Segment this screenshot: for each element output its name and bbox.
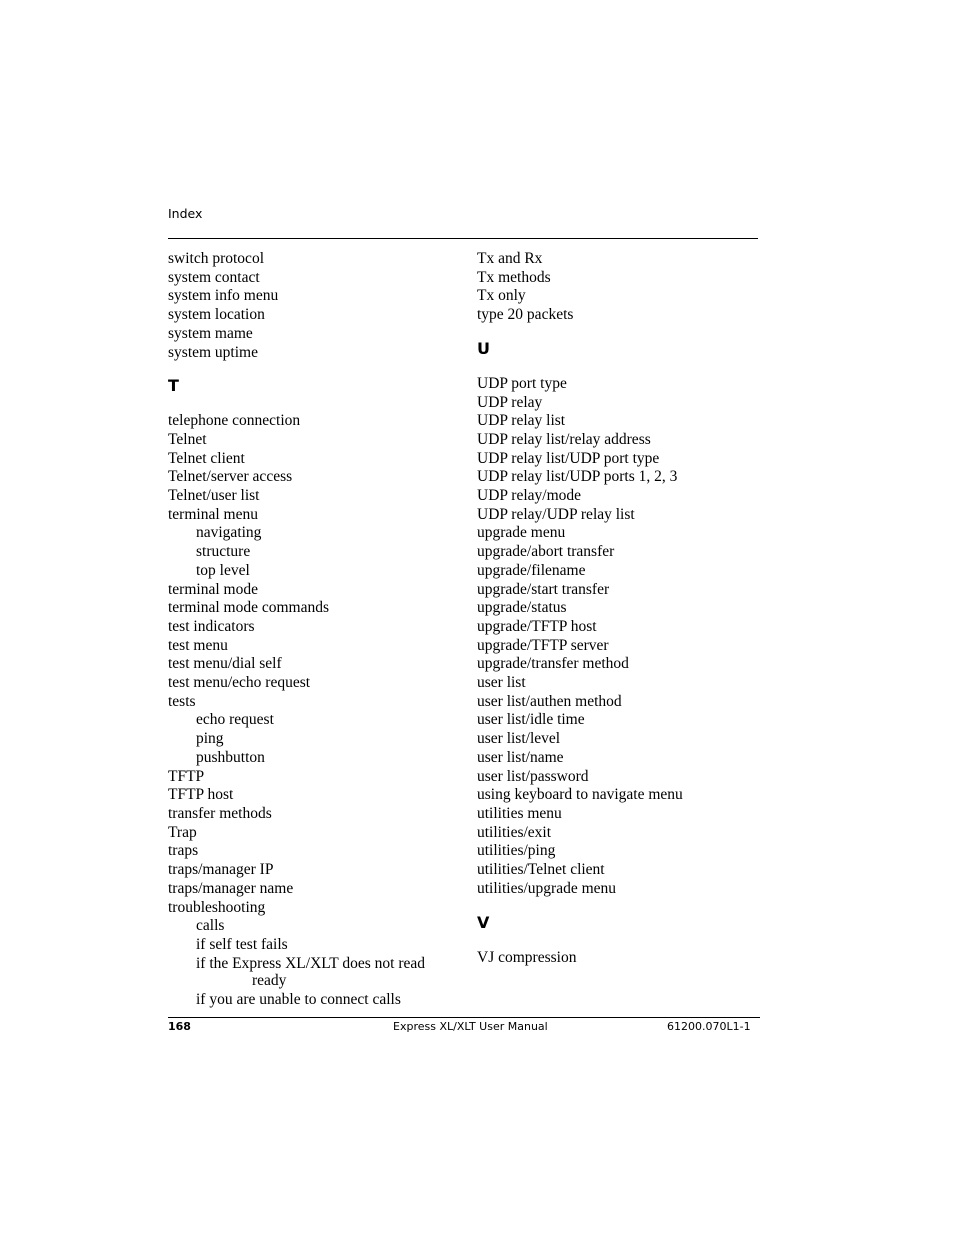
index-entry: system info menu (168, 287, 279, 305)
index-entry: user list/password (477, 767, 589, 785)
index-entry: Tx and Rx (477, 250, 543, 267)
index-entry: system mame (168, 324, 253, 342)
index-entry: switch protocol (168, 250, 264, 267)
index-subentry: ping (196, 730, 224, 748)
index-entry: UDP relay list/UDP port type (477, 449, 660, 467)
index-column-right: Tx and Rx Tx methods Tx only type 20 packet… (477, 250, 767, 967)
index-entry: troubleshooting (168, 898, 266, 916)
index-entry: Telnet client (168, 449, 245, 467)
index-group-t: telephone connection Telnet Telnet client T… (168, 412, 468, 1010)
index-entry: TFTP host (168, 786, 234, 804)
index-entry: user list/idle time (477, 711, 585, 729)
index-entry: test menu/echo request (168, 674, 311, 692)
header-rule (168, 238, 758, 239)
index-subentry: if the Express XL/XLT does not read (196, 954, 426, 972)
index-entry: upgrade/transfer method (477, 655, 629, 673)
index-entry: Tx only (477, 287, 526, 305)
index-entry: using keyboard to navigate menu (477, 786, 683, 804)
index-entry: system location (168, 306, 265, 324)
letter-heading-v: V (477, 912, 490, 932)
index-subentry: pushbutton (196, 748, 265, 766)
index-entry: UDP relay/UDP relay list (477, 505, 635, 523)
index-entry: upgrade/abort transfer (477, 543, 615, 561)
index-entry: traps (168, 842, 199, 860)
index-column-left: switch protocol system contact system info… (168, 250, 468, 1010)
index-entry: utilities/upgrade menu (477, 879, 617, 897)
index-entry: user list (477, 674, 526, 692)
index-entry: terminal mode commands (168, 599, 329, 617)
index-subentry: structure (196, 543, 251, 561)
index-entry: utilities/ping (477, 842, 556, 860)
index-entry: test menu (168, 636, 228, 654)
index-entry: test menu/dial self (168, 655, 282, 673)
index-entry: transfer methods (168, 804, 272, 822)
index-entry: upgrade/status (477, 599, 567, 617)
letter-heading-t: T (168, 376, 179, 396)
index-entry: terminal menu (168, 505, 258, 523)
index-group-s: switch protocol system contact system info… (168, 250, 468, 362)
index-entry: system uptime (168, 343, 258, 361)
index-entry: UDP relay list/relay address (477, 430, 651, 448)
index-entry: UDP relay list (477, 412, 566, 430)
document-number: 61200.070L1-1 (667, 1020, 751, 1033)
index-entry: upgrade/TFTP server (477, 636, 609, 654)
index-entry: telephone connection (168, 412, 301, 430)
index-group-u: UDP port type UDP relay UDP relay list UDP … (477, 375, 767, 899)
index-entry: utilities/Telnet client (477, 861, 605, 879)
index-entry: Telnet (168, 430, 207, 448)
index-entry: UDP port type (477, 374, 567, 392)
index-entry: traps/manager IP (168, 861, 274, 879)
index-entry: test indicators (168, 617, 255, 635)
index-entry: user list/authen method (477, 692, 622, 710)
index-entry: user list/level (477, 730, 561, 748)
index-entry: Tx methods (477, 268, 551, 286)
index-entry: Trap (168, 823, 197, 841)
footer-rule (168, 1017, 760, 1018)
index-entry: UDP relay list/UDP ports 1, 2, 3 (477, 468, 678, 486)
index-entry: tests (168, 692, 196, 710)
index-entry: terminal mode (168, 580, 258, 598)
index-entry: Telnet/user list (168, 487, 260, 505)
manual-title: Express XL/XLT User Manual (393, 1020, 548, 1033)
index-entry: upgrade/filename (477, 561, 586, 579)
index-entry: TFTP (168, 767, 205, 785)
index-entry: utilities/exit (477, 823, 552, 841)
index-subentry: navigating (196, 524, 262, 542)
index-entry: user list/name (477, 748, 564, 766)
index-group-t-continued: Tx and Rx Tx methods Tx only type 20 packet… (477, 250, 767, 325)
index-entry: type 20 packets (477, 306, 574, 324)
index-entry: utilities menu (477, 804, 562, 822)
index-group-v: VJ compression (477, 949, 767, 968)
index-entry: UDP relay (477, 393, 543, 411)
index-subentry: ready (252, 972, 287, 990)
index-entry: upgrade menu (477, 524, 566, 542)
index-entry: system contact (168, 268, 260, 286)
index-entry: VJ compression (477, 948, 577, 966)
letter-heading-u: U (477, 338, 490, 358)
index-subentry: echo request (196, 711, 274, 729)
index-entry: traps/manager name (168, 879, 294, 897)
index-entry: upgrade/TFTP host (477, 617, 597, 635)
index-subentry: if you are unable to connect calls (196, 991, 401, 1009)
index-entry: UDP relay/mode (477, 487, 582, 505)
running-header: Index (168, 206, 203, 221)
page-number: 168 (168, 1020, 191, 1033)
index-subentry: top level (196, 561, 250, 579)
index-entry: upgrade/start transfer (477, 580, 610, 598)
index-subentry: calls (196, 917, 225, 935)
index-entry: Telnet/server access (168, 468, 293, 486)
index-subentry: if self test fails (196, 935, 288, 953)
